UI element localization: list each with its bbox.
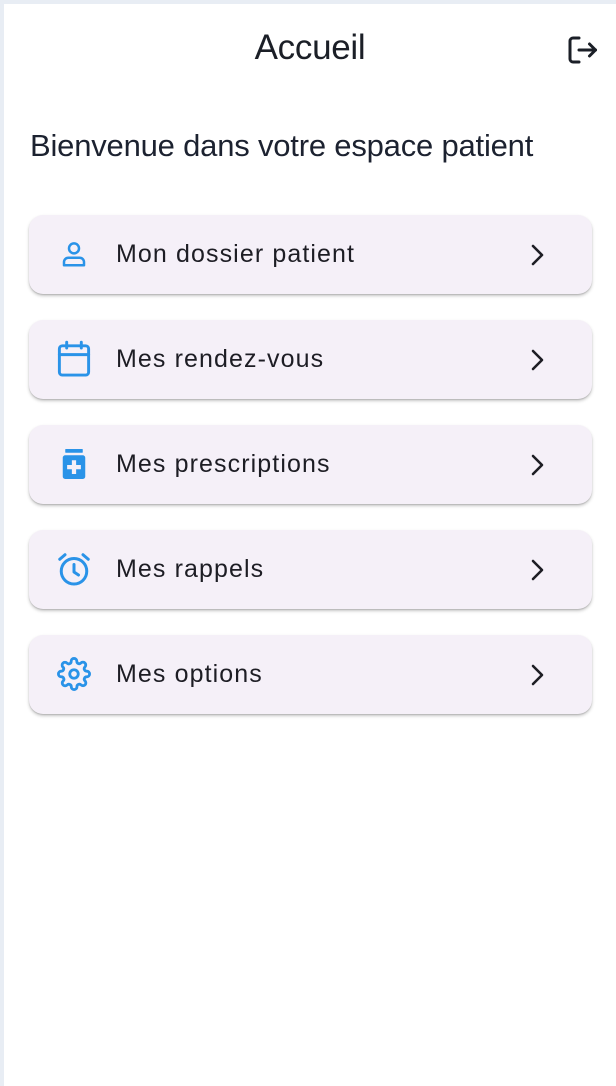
alarm-icon xyxy=(55,550,93,588)
chevron-right-icon xyxy=(523,449,551,481)
main-menu: Mon dossier patient Mes rendez-vous Mes … xyxy=(29,215,592,740)
gear-icon xyxy=(55,655,93,693)
menu-item-dossier-patient[interactable]: Mon dossier patient xyxy=(29,215,592,294)
medication-icon xyxy=(55,445,93,483)
menu-item-prescriptions[interactable]: Mes prescriptions xyxy=(29,425,592,504)
menu-item-rendez-vous[interactable]: Mes rendez-vous xyxy=(29,320,592,399)
menu-item-options[interactable]: Mes options xyxy=(29,635,592,714)
app-bar: Accueil xyxy=(4,4,616,92)
menu-item-label: Mes options xyxy=(116,660,263,688)
menu-item-label: Mes prescriptions xyxy=(116,450,331,478)
chevron-right-icon xyxy=(523,239,551,271)
menu-item-label: Mes rappels xyxy=(116,555,265,583)
chevron-right-icon xyxy=(523,659,551,691)
menu-item-label: Mes rendez-vous xyxy=(116,345,325,373)
menu-item-label: Mon dossier patient xyxy=(116,240,356,268)
chevron-right-icon xyxy=(523,344,551,376)
chevron-right-icon xyxy=(523,554,551,586)
welcome-heading: Bienvenue dans votre espace patient xyxy=(30,128,534,163)
logout-button[interactable] xyxy=(560,30,604,74)
menu-item-rappels[interactable]: Mes rappels xyxy=(29,530,592,609)
app-screen: Accueil Bienvenue dans votre espace pati… xyxy=(4,4,616,1086)
calendar-icon xyxy=(55,340,93,378)
logout-icon xyxy=(564,32,600,73)
page-title: Accueil xyxy=(254,28,366,67)
person-icon xyxy=(55,235,93,273)
